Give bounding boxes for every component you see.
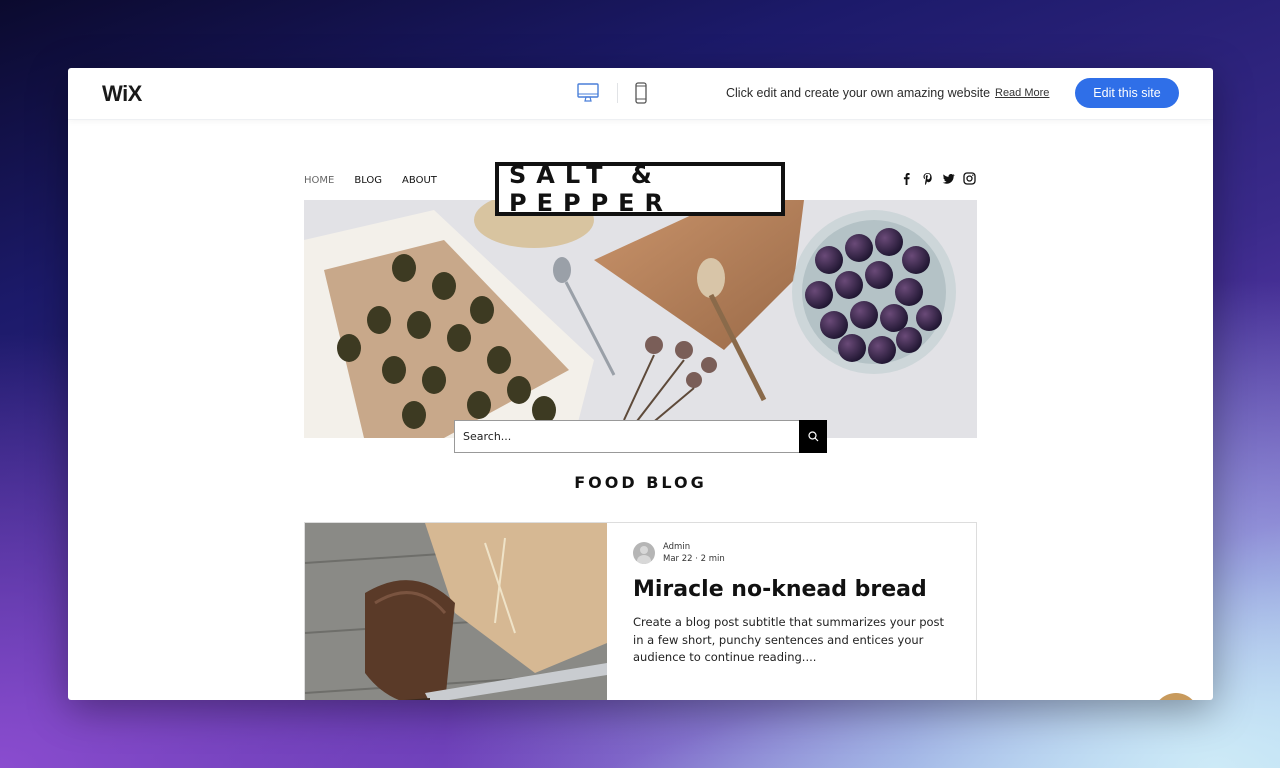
social-links [900,172,976,185]
post-excerpt: Create a blog post subtitle that summari… [633,615,945,664]
site-nav: HOME BLOG ABOUT [304,175,437,186]
wix-logo[interactable]: WiX [102,81,142,107]
mobile-icon[interactable] [635,82,647,104]
desktop-icon[interactable] [577,83,599,103]
blog-post-card[interactable]: Admin Mar 22 · 2 min Miracle no-knead br… [304,522,977,700]
post-date: Mar 22 [663,554,693,564]
instagram-icon[interactable] [963,172,976,185]
post-body: Admin Mar 22 · 2 min Miracle no-knead br… [607,523,976,700]
bread-photo [305,523,607,700]
post-meta: Admin Mar 22 · 2 min [633,541,950,565]
facebook-icon[interactable] [900,172,913,185]
nav-blog[interactable]: BLOG [354,175,382,186]
site-preview: HOME BLOG ABOUT SALT & PEPPER Search... … [68,120,1213,700]
food-flatlay-photo [304,200,977,438]
search-bar [454,420,827,453]
section-title: FOOD BLOG [574,473,707,492]
post-title[interactable]: Miracle no-knead bread [633,577,950,602]
promo-text: Click edit and create your own amazing w… [726,86,991,100]
chat-button[interactable] [1153,693,1199,700]
nav-home[interactable]: HOME [304,175,334,186]
search-input[interactable] [454,420,799,453]
author-avatar[interactable] [633,542,655,564]
twitter-icon[interactable] [942,172,955,185]
author-name[interactable]: Admin [663,541,725,553]
device-divider [617,83,618,103]
post-image[interactable] [305,523,607,700]
read-more-link[interactable]: Read More [995,87,1049,99]
edit-site-button[interactable]: Edit this site [1075,78,1179,108]
search-icon [807,431,818,442]
nav-about[interactable]: ABOUT [402,175,437,186]
wix-top-bar: WiX Click edit and create your own amazi… [68,68,1213,120]
pinterest-icon[interactable] [921,172,934,185]
browser-window: WiX Click edit and create your own amazi… [68,68,1213,700]
hero-image [304,200,977,438]
search-button[interactable] [799,420,827,453]
site-brand-logo[interactable]: SALT & PEPPER [495,161,785,217]
read-time: 2 min [700,554,725,564]
